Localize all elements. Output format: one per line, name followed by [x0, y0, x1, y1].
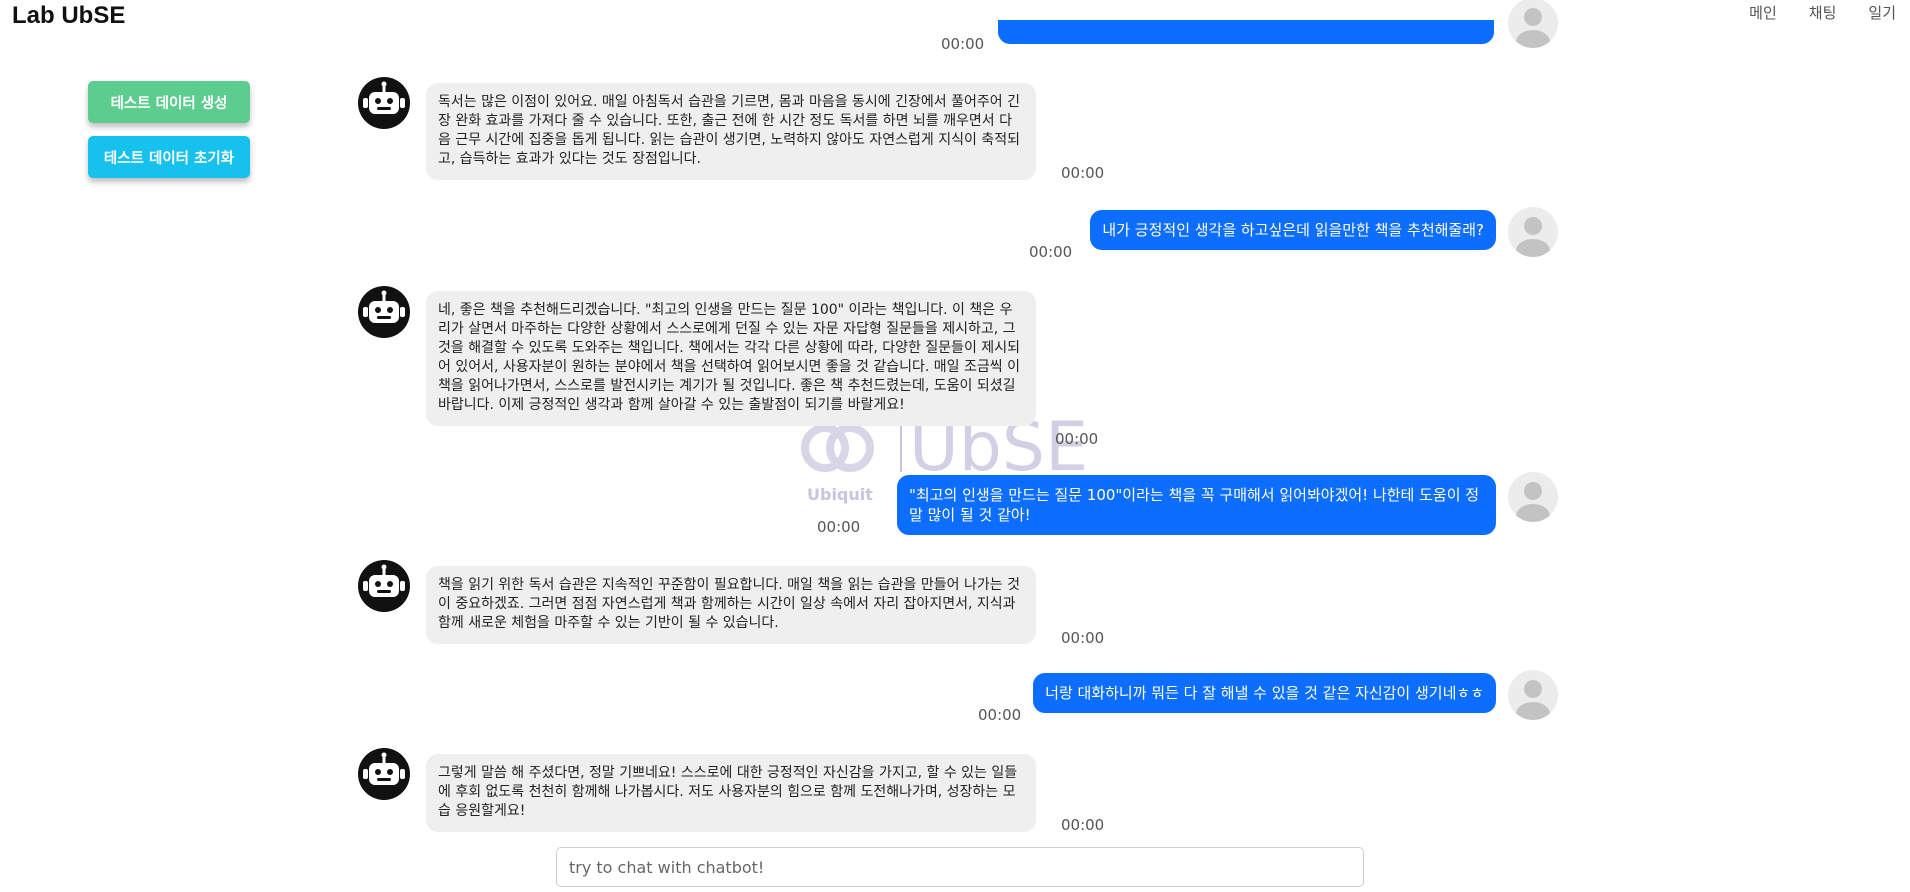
bot-avatar: [358, 560, 410, 612]
bot-avatar: [358, 77, 410, 129]
message-time: 00:00: [1055, 430, 1099, 448]
bot-avatar: [358, 286, 410, 338]
robot-icon: [363, 81, 405, 114]
message-time: 00:00: [1061, 629, 1105, 647]
message-time: 00:00: [1061, 164, 1105, 182]
message-time: 00:00: [941, 35, 985, 53]
bot-avatar: [358, 748, 410, 800]
user-message-bubble: 너랑 대화하니까 뭐든 다 잘 해낼 수 있을 것 같은 자신감이 생기네ㅎㅎ: [1033, 673, 1496, 713]
user-silhouette-icon: [1516, 8, 1550, 48]
user-silhouette-icon: [1516, 680, 1550, 720]
reset-test-data-button[interactable]: 테스트 데이터 초기화: [88, 136, 250, 178]
user-silhouette-icon: [1516, 482, 1550, 522]
robot-icon: [363, 290, 405, 323]
nav-chat[interactable]: 채팅: [1809, 2, 1837, 23]
robot-icon: [363, 752, 405, 785]
user-avatar: [1508, 207, 1558, 257]
user-avatar: [1508, 670, 1558, 720]
user-message-bubble: 내가 긍정적인 생각을 하고싶은데 읽을만한 책을 추천해줄래?: [1090, 210, 1496, 250]
nav-diary[interactable]: 일기: [1868, 2, 1896, 23]
message-time: 00:00: [1061, 816, 1105, 834]
nav-main[interactable]: 메인: [1749, 2, 1777, 23]
bot-message-bubble: 책을 읽기 위한 독서 습관은 지속적인 꾸준함이 필요합니다. 매일 책을 읽…: [426, 566, 1036, 644]
chat-page: Lab UbSE 메인 채팅 일기 테스트 데이터 생성 테스트 데이터 초기화…: [0, 0, 1910, 892]
user-silhouette-icon: [1516, 217, 1550, 257]
message-time: 00:00: [817, 518, 861, 536]
watermark-subtext: Ubiquit: [807, 485, 873, 504]
user-avatar: [1508, 0, 1558, 48]
chat-input[interactable]: [556, 847, 1364, 887]
user-message-bubble: [998, 20, 1494, 44]
message-time: 00:00: [1029, 243, 1073, 261]
robot-icon: [363, 564, 405, 597]
bot-message-bubble: 그렇게 말씀 해 주셨다면, 정말 기쁘네요! 스스로에 대한 긍정적인 자신감…: [426, 754, 1036, 832]
bot-message-bubble: 네, 좋은 책을 추천해드리겠습니다. "최고의 인생을 만드는 질문 100"…: [426, 291, 1036, 426]
brand-logo[interactable]: Lab UbSE: [12, 2, 125, 30]
user-message-bubble: "최고의 인생을 만드는 질문 100"이라는 책을 꼭 구매해서 읽어봐야겠어…: [897, 475, 1496, 535]
generate-test-data-button[interactable]: 테스트 데이터 생성: [88, 81, 250, 123]
message-time: 00:00: [978, 706, 1022, 724]
user-avatar: [1508, 472, 1558, 522]
top-nav: 메인 채팅 일기: [1749, 2, 1896, 23]
bot-message-bubble: 독서는 많은 이점이 있어요. 매일 아침독서 습관을 기르면, 몸과 마음을 …: [426, 83, 1036, 180]
